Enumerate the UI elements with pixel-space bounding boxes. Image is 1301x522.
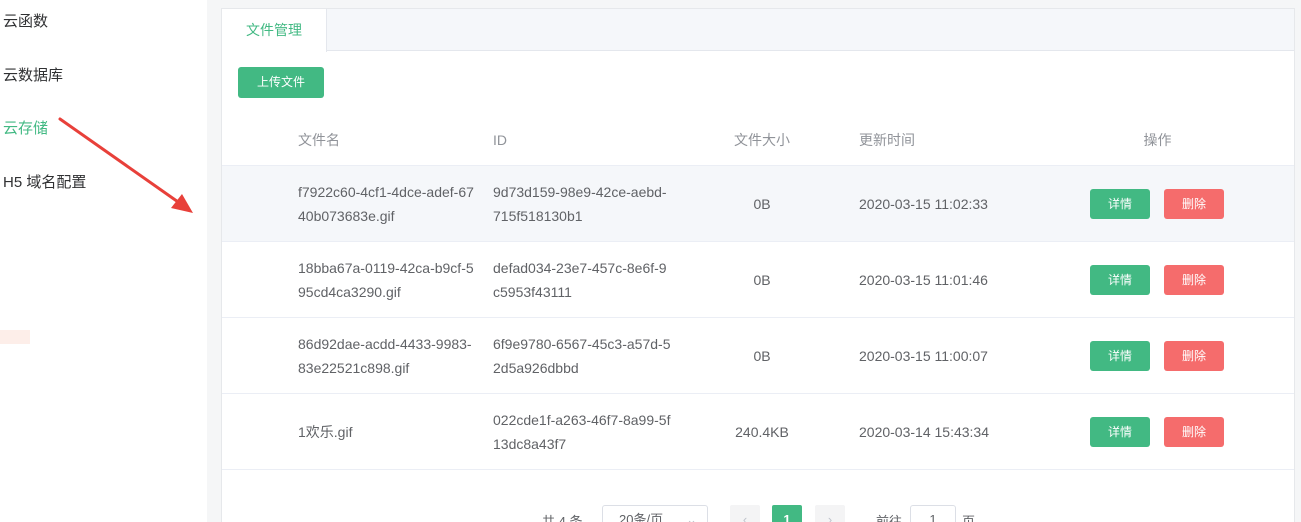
table-row: 86d92dae-acdd-4433-9983-83e22521c898.gif…: [222, 318, 1294, 394]
detail-button[interactable]: 详情: [1090, 340, 1150, 371]
file-size: 0B: [753, 271, 771, 288]
file-table: 文件名 ID 文件大小 更新时间 操作 f7922c60-4cf1-4dce-a…: [222, 114, 1294, 470]
page-size-value: 20条/页: [619, 512, 664, 522]
goto-page-input[interactable]: 1: [910, 505, 956, 522]
file-name: 18bba67a-0119-42ca-b9cf-595cd4ca3290.gif: [298, 259, 474, 300]
file-size: 0B: [753, 347, 771, 364]
table-row: 18bba67a-0119-42ca-b9cf-595cd4ca3290.gif…: [222, 242, 1294, 318]
table-header: 文件名 ID 文件大小 更新时间 操作: [222, 114, 1294, 166]
header-file-size: 文件大小: [734, 131, 790, 148]
header-actions: 操作: [1143, 131, 1172, 148]
delete-button[interactable]: 删除: [1164, 416, 1224, 447]
page-number-button[interactable]: 1: [772, 505, 802, 522]
sidebar: 云函数 云数据库 云存储 H5 域名配置: [0, 0, 207, 522]
file-name: 1欢乐.gif: [298, 423, 353, 440]
prev-page-button[interactable]: ‹: [730, 505, 760, 522]
file-size: 0B: [753, 195, 771, 212]
sidebar-highlight-mark: [0, 330, 30, 344]
file-id: 9d73d159-98e9-42ce-aebd-715f518130b1: [493, 183, 667, 224]
file-id: 022cde1f-a263-46f7-8a99-5f13dc8a43f7: [493, 411, 671, 452]
sidebar-item-cloud-database[interactable]: 云数据库: [3, 64, 63, 85]
update-time: 2020-03-15 11:00:07: [859, 347, 988, 364]
tab-file-management[interactable]: 文件管理: [222, 9, 327, 52]
table-row: f7922c60-4cf1-4dce-adef-6740b073683e.gif…: [222, 166, 1294, 242]
page-unit-label: 页: [962, 514, 976, 522]
upload-file-button[interactable]: 上传文件: [238, 67, 324, 98]
file-name: f7922c60-4cf1-4dce-adef-6740b073683e.gif: [298, 183, 474, 224]
delete-button[interactable]: 删除: [1164, 264, 1224, 295]
delete-button[interactable]: 删除: [1164, 188, 1224, 219]
file-size: 240.4KB: [735, 423, 789, 440]
sidebar-item-cloud-functions[interactable]: 云函数: [3, 10, 48, 31]
pagination-total: 共 4 条: [542, 514, 583, 522]
goto-label: 前往: [876, 514, 903, 522]
update-time: 2020-03-14 15:43:34: [859, 423, 989, 440]
tab-bar: 文件管理: [222, 9, 1294, 52]
header-file-name: 文件名: [298, 131, 340, 148]
detail-button[interactable]: 详情: [1090, 416, 1150, 447]
header-update-time: 更新时间: [859, 131, 915, 148]
delete-button[interactable]: 删除: [1164, 340, 1224, 371]
file-name: 86d92dae-acdd-4433-9983-83e22521c898.gif: [298, 335, 472, 376]
chevron-down-icon: ⌄: [686, 512, 697, 522]
chevron-left-icon: ‹: [742, 512, 748, 522]
detail-button[interactable]: 详情: [1090, 188, 1150, 219]
next-page-button[interactable]: ›: [815, 505, 845, 522]
file-id: 6f9e9780-6567-45c3-a57d-52d5a926dbbd: [493, 335, 671, 376]
sidebar-item-cloud-storage[interactable]: 云存储: [3, 117, 48, 138]
pagination: 共 4 条 20条/页 ⌄ ‹ 1 › 前往 1 页: [222, 505, 1294, 522]
detail-button[interactable]: 详情: [1090, 264, 1150, 295]
table-row: 1欢乐.gif 022cde1f-a263-46f7-8a99-5f13dc8a…: [222, 394, 1294, 470]
sidebar-item-h5-domain[interactable]: H5 域名配置: [3, 171, 86, 192]
header-id: ID: [493, 131, 507, 148]
file-management-panel: 文件管理 上传文件 文件名 ID 文件大小 更新时间 操作 f7922c60-4…: [221, 8, 1295, 522]
page-size-select[interactable]: 20条/页 ⌄: [602, 505, 708, 522]
chevron-right-icon: ›: [827, 512, 833, 522]
update-time: 2020-03-15 11:01:46: [859, 271, 988, 288]
file-id: defad034-23e7-457c-8e6f-9c5953f43111: [493, 259, 667, 300]
update-time: 2020-03-15 11:02:33: [859, 195, 988, 212]
